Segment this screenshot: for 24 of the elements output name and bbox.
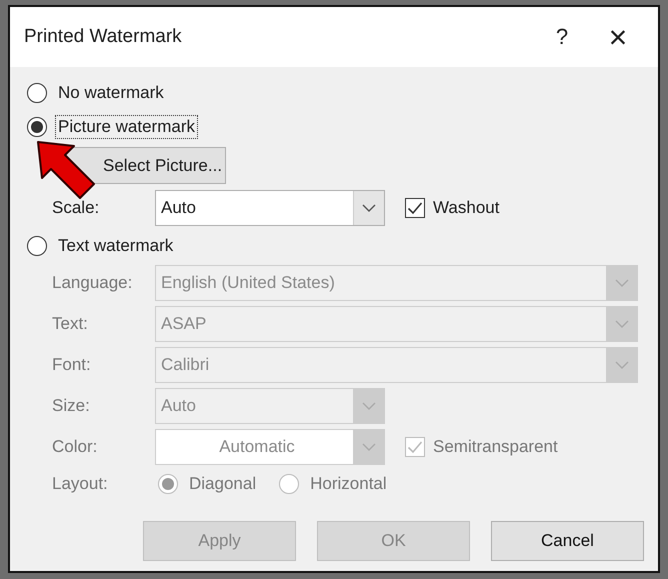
pointer-arrow-icon <box>36 140 98 200</box>
field-label: Language: <box>51 273 134 293</box>
caret-icon <box>362 402 376 410</box>
help-button[interactable]: ? <box>534 17 590 57</box>
field-label: Layout: <box>51 474 109 494</box>
check-icon <box>407 440 423 454</box>
close-button[interactable]: × <box>590 17 646 57</box>
field-label: Text: <box>51 314 89 334</box>
field-label: Size: <box>51 396 91 416</box>
radio-option[interactable]: No watermark <box>24 79 170 107</box>
caret-icon <box>615 320 629 328</box>
dialog-button[interactable]: Cancel <box>491 521 644 561</box>
scale-dropdown[interactable]: Auto <box>155 190 385 226</box>
field-label: Scale: <box>51 198 100 218</box>
window-title: Printed Watermark <box>24 26 183 48</box>
caret-icon <box>615 279 629 287</box>
check-icon <box>407 201 423 215</box>
field-label: Color: <box>51 437 98 457</box>
field-label: Font: <box>51 355 92 375</box>
caret-icon <box>362 204 376 212</box>
select-picture-button[interactable]: Select Picture... <box>66 147 226 184</box>
checkbox[interactable]: Washout <box>405 198 500 218</box>
caret-icon <box>362 443 376 451</box>
caret-icon <box>615 361 629 369</box>
